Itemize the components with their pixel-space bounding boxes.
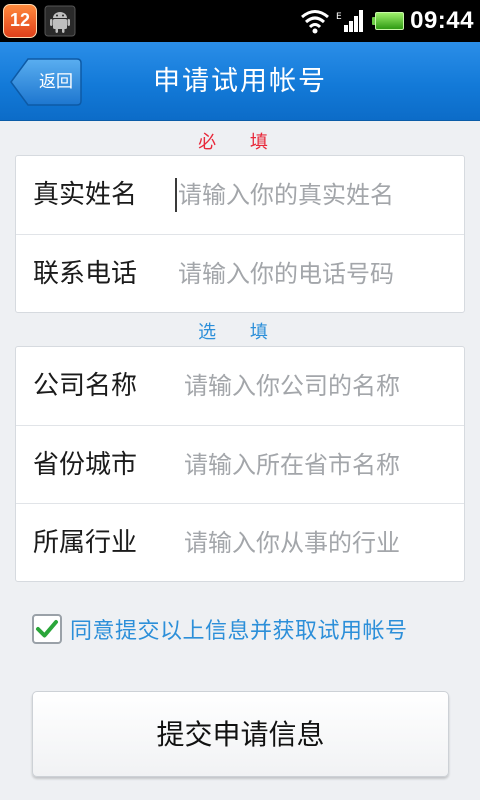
agreement-row[interactable]: 同意提交以上信息并获取试用帐号: [32, 612, 408, 646]
optional-section-label: 选 填: [198, 322, 282, 343]
phone-row[interactable]: 联系电话 请输入你的电话号码: [16, 234, 464, 312]
wifi-icon: [301, 10, 330, 34]
clock: 09:44: [410, 7, 474, 34]
real-name-label: 真实姓名: [33, 180, 138, 210]
province-city-row[interactable]: 省份城市 请输入所在省市名称: [16, 425, 464, 503]
industry-row[interactable]: 所属行业 请输入你从事的行业: [16, 503, 464, 581]
company-row[interactable]: 公司名称 请输入你公司的名称: [16, 347, 464, 425]
industry-label: 所属行业: [33, 528, 138, 558]
notification-count: 12: [9, 10, 31, 30]
back-label: 返回: [39, 72, 73, 92]
company-label: 公司名称: [33, 371, 138, 401]
real-name-input[interactable]: 请输入你的真实姓名: [178, 156, 394, 234]
required-fields-card: 真实姓名 请输入你的真实姓名 联系电话 请输入你的电话号码: [15, 155, 465, 313]
optional-fields-card: 公司名称 请输入你公司的名称 省份城市 请输入所在省市名称 所属行业 请输入你从…: [15, 346, 465, 582]
battery-icon: [372, 12, 405, 30]
checkmark-icon: [36, 620, 58, 638]
industry-input[interactable]: 请输入你从事的行业: [184, 504, 400, 582]
back-button[interactable]: 返回: [10, 58, 82, 106]
svg-text:E: E: [336, 12, 342, 22]
android-icon[interactable]: [44, 5, 76, 37]
phone-label: 联系电话: [33, 259, 138, 289]
agreement-checkbox[interactable]: [32, 614, 62, 644]
signal-icon: E: [336, 10, 364, 32]
agreement-text[interactable]: 同意提交以上信息并获取试用帐号: [70, 613, 408, 645]
required-section-label: 必 填: [198, 132, 282, 153]
title-bar: 申请试用帐号 返回: [0, 42, 480, 121]
notification-badge[interactable]: 12: [3, 4, 37, 38]
submit-button[interactable]: 提交申请信息: [32, 691, 449, 777]
text-cursor: [175, 178, 177, 212]
real-name-row[interactable]: 真实姓名 请输入你的真实姓名: [16, 156, 464, 234]
phone-input[interactable]: 请输入你的电话号码: [178, 235, 394, 313]
province-city-input[interactable]: 请输入所在省市名称: [184, 426, 400, 504]
status-bar: 12 E 09:44: [0, 0, 480, 42]
province-city-label: 省份城市: [33, 450, 138, 480]
company-input[interactable]: 请输入你公司的名称: [184, 347, 400, 425]
